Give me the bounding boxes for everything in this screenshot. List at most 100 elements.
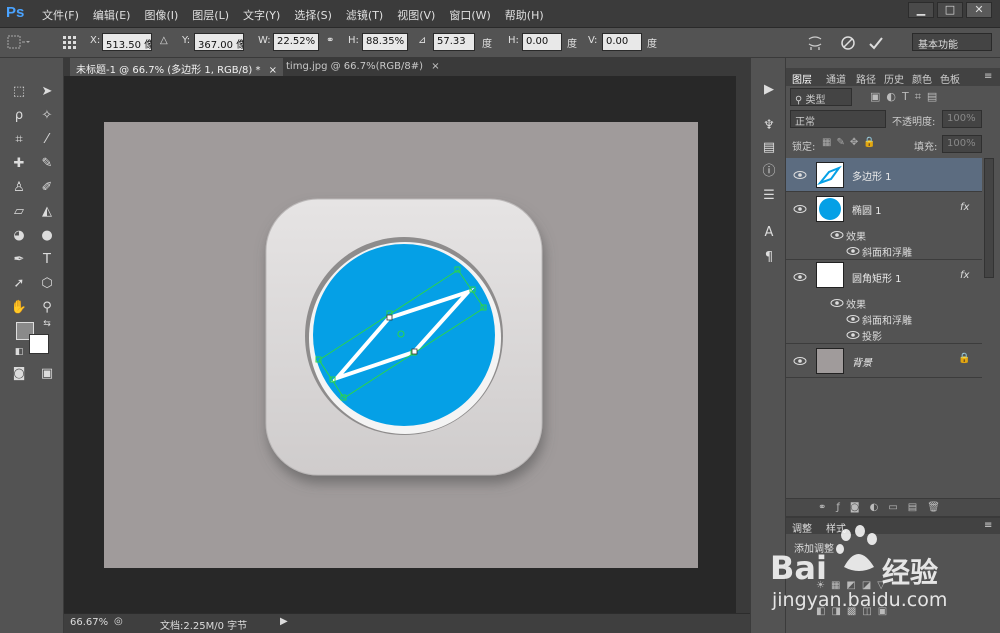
paragraph-panel-icon[interactable]: ¶ — [759, 248, 779, 268]
clone-stamp-icon[interactable]: ♙ — [8, 178, 30, 198]
effect-drop-shadow[interactable]: 投影 — [862, 328, 882, 343]
layer-background[interactable]: 背景 🔒 — [786, 344, 982, 378]
document-canvas[interactable] — [104, 122, 698, 568]
bevel-eye-icon[interactable] — [846, 314, 860, 324]
link-icon[interactable]: ⚭ — [326, 35, 334, 46]
lasso-tool-icon[interactable]: ρ — [8, 106, 30, 126]
tab-timg[interactable]: timg.jpg @ 66.7%(RGB/8#) × — [280, 58, 446, 76]
history-brush-icon[interactable]: ✐ — [36, 178, 58, 198]
layer-ellipse-1[interactable]: 椭圆 1 fx 效果 斜面和浮雕 — [786, 192, 982, 260]
menu-layer[interactable]: 图层(L) — [192, 7, 229, 23]
eyedropper-icon[interactable]: ⁄ — [36, 130, 58, 150]
properties-icon[interactable]: ☰ — [759, 186, 779, 206]
close-tab-icon[interactable]: × — [269, 65, 277, 76]
fx-icon[interactable]: fx — [960, 202, 969, 213]
tab-channels[interactable]: 通道 — [826, 71, 846, 86]
healing-brush-icon[interactable]: ✚ — [8, 154, 30, 174]
status-menu-icon[interactable]: ◎ — [114, 616, 123, 627]
brush-tool-icon[interactable]: ✎ — [36, 154, 58, 174]
menu-view[interactable]: 视图(V) — [397, 7, 435, 23]
workspace-select[interactable]: 基本功能 — [912, 33, 992, 51]
layer-filter-icons[interactable]: ▣◐T⌗▤ — [870, 90, 943, 104]
menu-filter[interactable]: 滤镜(T) — [346, 7, 383, 23]
tab-layers[interactable]: 图层 — [792, 71, 812, 86]
layer-actions-icons[interactable]: ⚭ƒ◙◐▭▤🗑 — [818, 502, 950, 513]
visibility-eye-icon[interactable] — [793, 170, 807, 180]
menu-type[interactable]: 文字(Y) — [243, 7, 280, 23]
lock-icons[interactable]: ▦✎✥🔒 — [822, 137, 881, 148]
transform-tool-icon[interactable] — [6, 34, 46, 52]
fx-icon[interactable]: fx — [960, 270, 969, 281]
delta-icon[interactable]: △ — [160, 35, 168, 46]
effect-bevel[interactable]: 斜面和浮雕 — [862, 312, 912, 327]
visibility-eye-icon[interactable] — [793, 356, 807, 366]
reference-point-icon[interactable] — [62, 35, 78, 51]
swap-colors-icon[interactable]: ⇆ — [36, 314, 58, 334]
tab-swatches[interactable]: 色板 — [940, 71, 960, 86]
bevel-eye-icon[interactable] — [846, 246, 860, 256]
close-window-button[interactable]: ✕ — [966, 2, 992, 18]
effect-bevel[interactable]: 斜面和浮雕 — [862, 244, 912, 259]
zoom-level[interactable]: 66.67% — [70, 617, 108, 628]
x-position-field[interactable]: 513.50 像 — [102, 33, 152, 51]
play-action-icon[interactable]: ▶ — [759, 80, 779, 100]
tab-color[interactable]: 颜色 — [912, 71, 932, 86]
status-arrow-icon[interactable]: ▶ — [280, 616, 288, 627]
menu-select[interactable]: 选择(S) — [294, 7, 332, 23]
shape-tool-icon[interactable]: ⬡ — [36, 274, 58, 294]
horizontal-skew-field[interactable]: 0.00 — [522, 33, 562, 51]
layer-rounded-rect-1[interactable]: 圆角矩形 1 fx 效果 斜面和浮雕 投影 — [786, 260, 982, 344]
tab-untitled-1[interactable]: 未标题-1 @ 66.7% (多边形 1, RGB/8) * × — [70, 58, 284, 76]
type-tool-icon[interactable]: T — [36, 250, 58, 270]
paint-bucket-icon[interactable]: ◭ — [36, 202, 58, 222]
pen-tool-icon[interactable]: ✒ — [8, 250, 30, 270]
vertical-skew-field[interactable]: 0.00 — [602, 33, 642, 51]
menu-file[interactable]: 文件(F) — [42, 7, 79, 23]
quick-mask-icon[interactable]: ◙ — [8, 364, 30, 384]
screen-mode-icon[interactable]: ▣ — [36, 364, 58, 384]
maximize-button[interactable]: □ — [937, 2, 963, 18]
layer-polygon-1[interactable]: 多边形 1 — [786, 158, 982, 192]
magic-wand-icon[interactable]: ✧ — [36, 106, 58, 126]
height-field[interactable]: 88.35% — [362, 33, 408, 51]
fill-field[interactable]: 100% — [942, 135, 982, 153]
visibility-eye-icon[interactable] — [793, 204, 807, 214]
menu-window[interactable]: 窗口(W) — [449, 7, 490, 23]
path-selection-icon[interactable]: ➚ — [8, 274, 30, 294]
menu-help[interactable]: 帮助(H) — [505, 7, 544, 23]
crop-tool-icon[interactable]: ⌗ — [8, 130, 30, 150]
width-field[interactable]: 22.52% — [273, 33, 319, 51]
eraser-icon[interactable]: ▱ — [8, 202, 30, 222]
visibility-eye-icon[interactable] — [793, 272, 807, 282]
layers-scrollbar[interactable] — [984, 158, 994, 278]
panel-menu-icon[interactable]: ≡ — [984, 71, 992, 82]
tab-paths[interactable]: 路径 — [856, 71, 876, 86]
rotation-field[interactable]: 57.33 — [433, 33, 475, 51]
y-position-field[interactable]: 367.00 像 — [194, 33, 244, 51]
brush-panel-icon[interactable]: ♆ — [759, 116, 779, 136]
menu-edit[interactable]: 编辑(E) — [93, 7, 131, 23]
marquee-tool-icon[interactable]: ⬚ — [8, 82, 30, 102]
background-color-swatch[interactable] — [29, 334, 49, 354]
close-tab-2-icon[interactable]: × — [431, 61, 439, 72]
default-colors-icon[interactable]: ◧ — [8, 342, 30, 362]
character-panel-icon[interactable]: A — [759, 223, 779, 243]
blend-mode-select[interactable]: 正常 — [790, 110, 886, 128]
hand-tool-icon[interactable]: ✋ — [8, 298, 30, 318]
opacity-field[interactable]: 100% — [942, 110, 982, 128]
vertical-scrollbar[interactable] — [736, 76, 750, 613]
info-icon[interactable]: ⓘ — [759, 162, 779, 182]
menu-image[interactable]: 图像(I) — [144, 7, 178, 23]
commit-transform-icon[interactable] — [868, 35, 884, 51]
clone-source-icon[interactable]: ▤ — [759, 138, 779, 158]
filter-kind-select[interactable]: ⚲ 类型 — [790, 88, 852, 106]
move-tool-icon[interactable]: ➤ — [36, 82, 58, 102]
cancel-transform-icon[interactable] — [840, 35, 856, 51]
effects-eye-icon[interactable] — [830, 230, 844, 240]
warp-icon[interactable] — [806, 34, 824, 52]
dodge-tool-icon[interactable]: ● — [36, 226, 58, 246]
minimize-button[interactable]: ▁ — [908, 2, 934, 18]
tab-history[interactable]: 历史 — [884, 71, 904, 86]
effects-eye-icon[interactable] — [830, 298, 844, 308]
shadow-eye-icon[interactable] — [846, 330, 860, 340]
